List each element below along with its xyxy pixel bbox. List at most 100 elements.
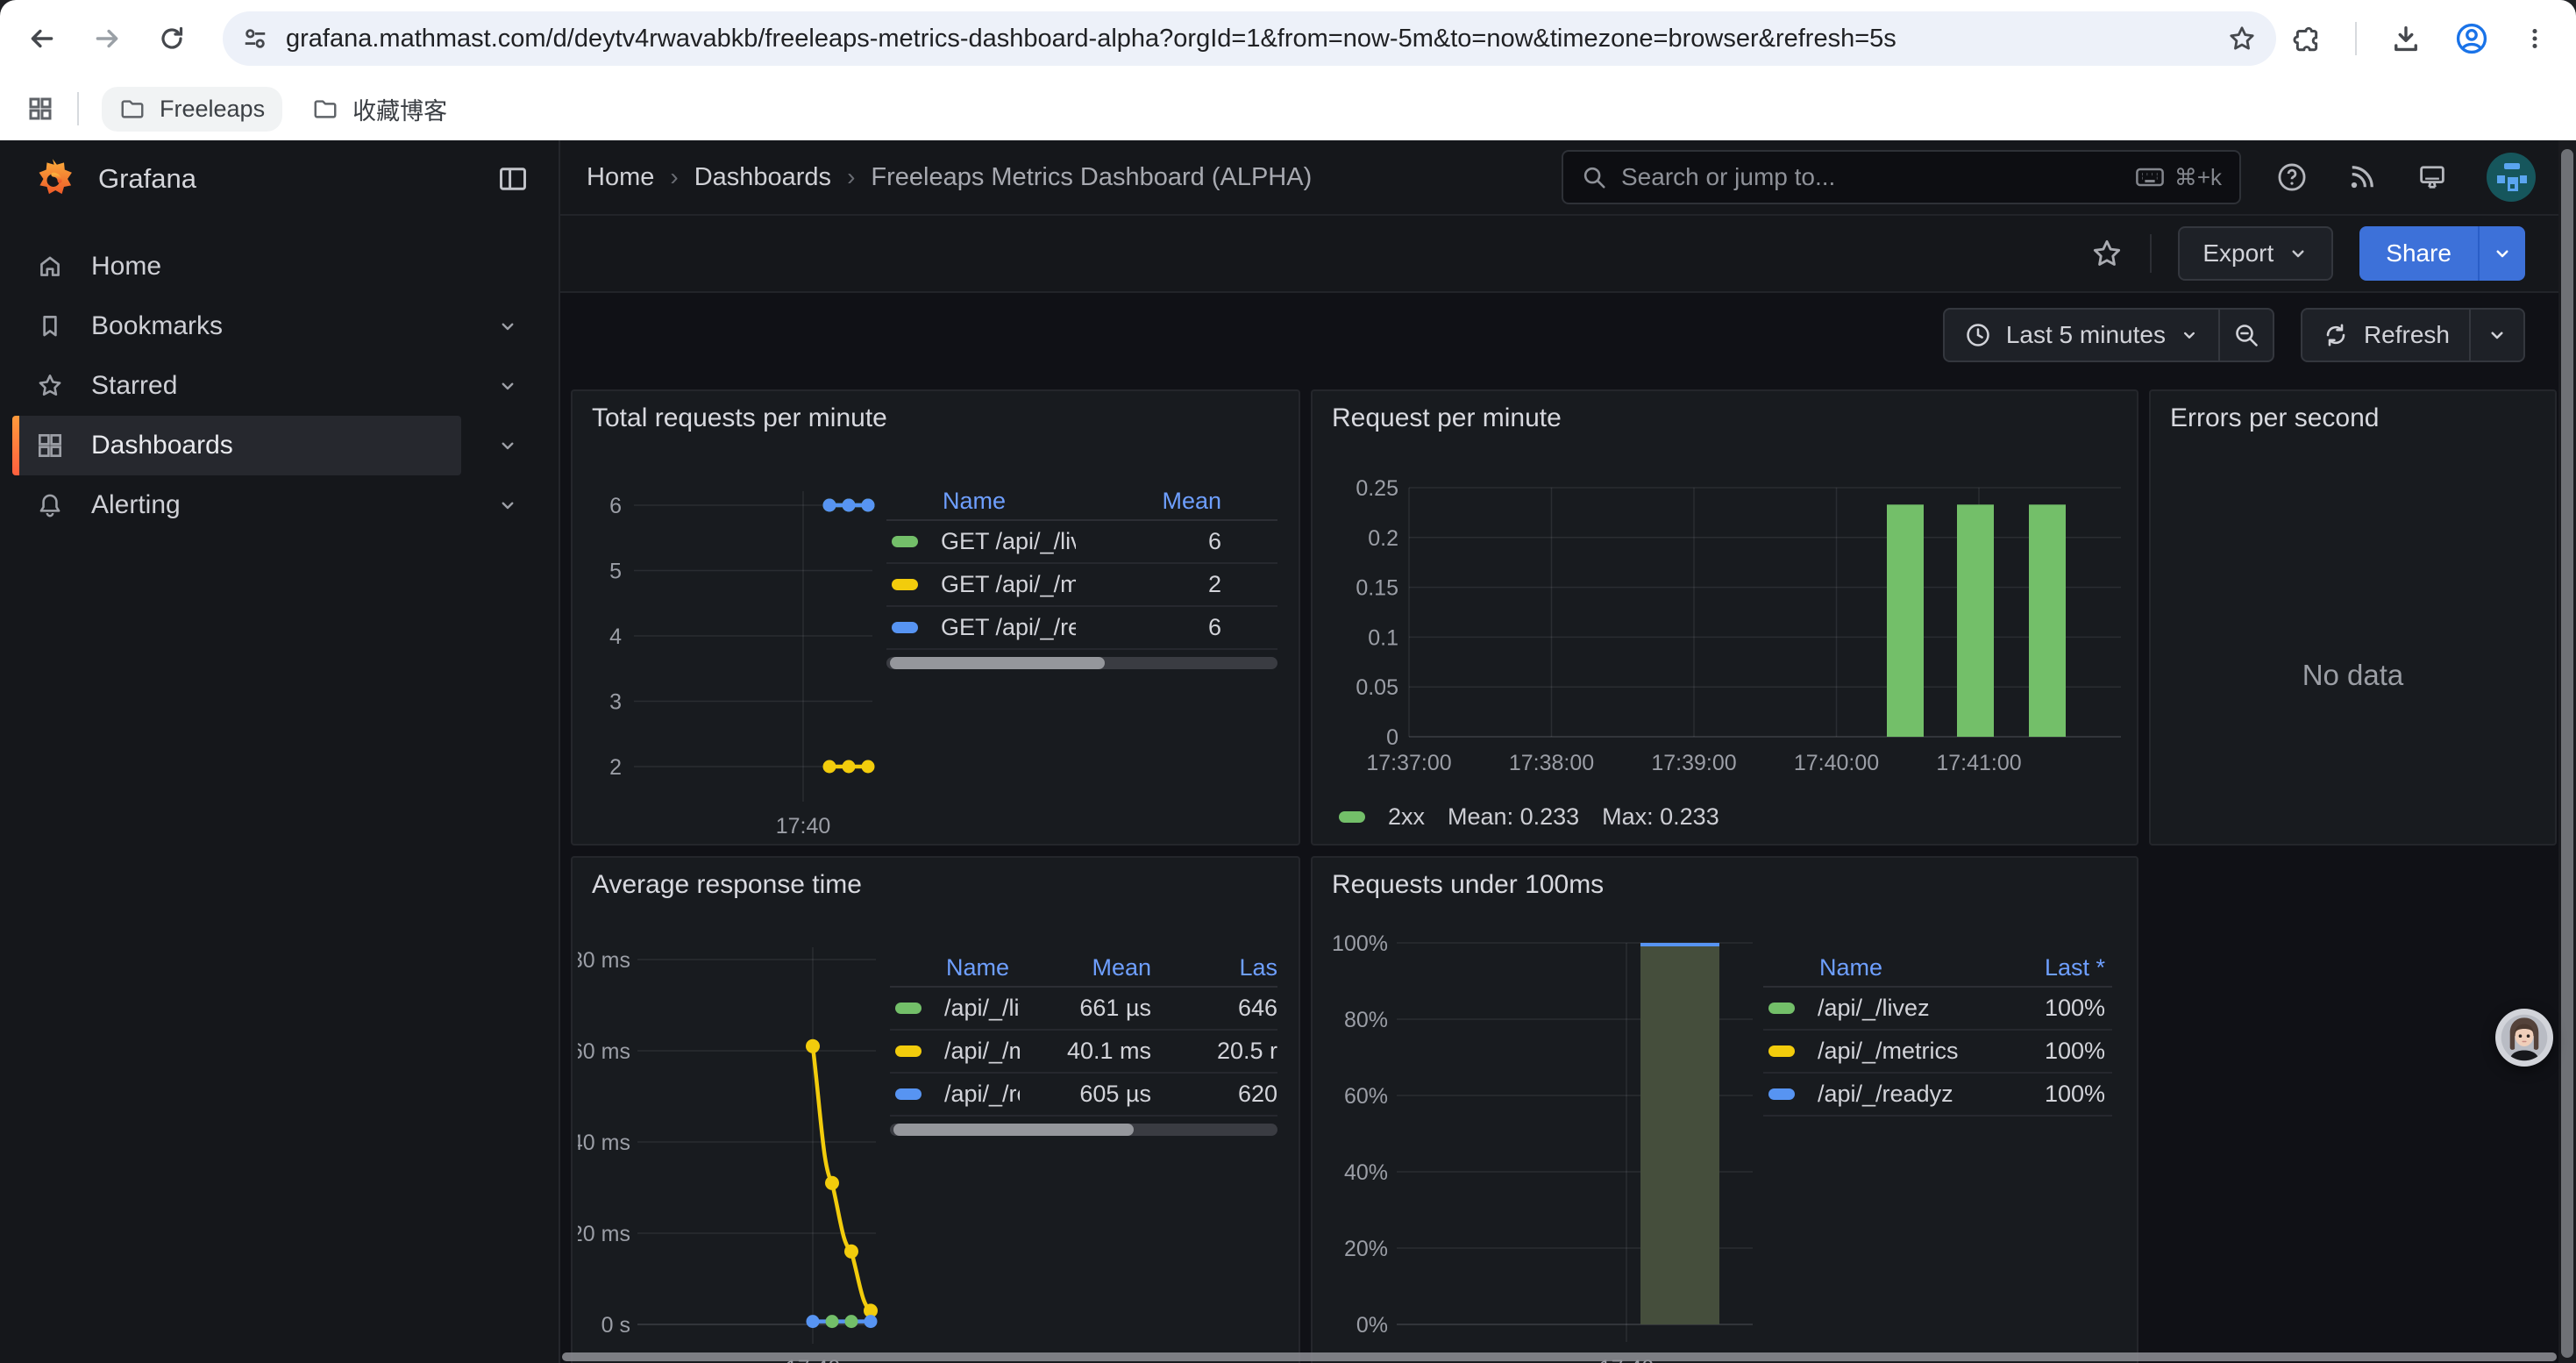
legend-row[interactable]: /api/_/livez100% (1763, 988, 2112, 1031)
floating-assistant-avatar[interactable] (2495, 1009, 2553, 1067)
legend-row[interactable]: /api/_/livez661 µs646 (890, 988, 1277, 1031)
favorite-star-icon[interactable] (2090, 237, 2124, 270)
legend-column-header[interactable]: Name (886, 488, 1076, 515)
page-vertical-scrollbar[interactable] (2558, 140, 2576, 1363)
svg-text:17:38:00: 17:38:00 (1509, 751, 1594, 775)
bookmark-star-icon[interactable] (2227, 24, 2257, 54)
legend-column-header[interactable]: Las (1186, 954, 1277, 981)
panel-title[interactable]: Request per minute (1313, 391, 2137, 446)
series-value: 6 (1076, 614, 1277, 641)
share-menu-button[interactable] (2478, 226, 2525, 281)
forward-icon[interactable] (89, 21, 125, 56)
average-response-time-chart: 80 ms60 ms40 ms20 ms0 s17:40 (578, 912, 883, 1363)
legend-row[interactable]: /api/_/readyz100% (1763, 1074, 2112, 1117)
breadcrumb-item[interactable]: Home (587, 163, 654, 192)
screen: grafana.mathmast.com/d/deytv4rwavabkb/fr… (0, 0, 2576, 1363)
series-value: 100% (1981, 995, 2112, 1022)
series-color-pill (1768, 1088, 1795, 1100)
site-info-icon[interactable] (242, 25, 268, 52)
legend-scrollbar-thumb[interactable] (893, 1124, 1134, 1136)
svg-text:17:41:00: 17:41:00 (1936, 751, 2021, 775)
download-icon[interactable] (2390, 23, 2422, 54)
total-requests-chart: 6543217:40 (578, 446, 879, 842)
share-button[interactable]: Share (2359, 226, 2478, 281)
bookmark-item[interactable]: Freeleaps (102, 87, 282, 132)
series-stat: Max: 0.233 (1602, 803, 1719, 831)
legend-scrollbar[interactable] (890, 1124, 1277, 1136)
news-rss-icon[interactable] (2346, 161, 2378, 193)
series-value: 661 µs (1020, 995, 1186, 1022)
panel-title[interactable]: Average response time (573, 858, 1299, 912)
export-button[interactable]: Export (2178, 226, 2333, 281)
breadcrumb-item[interactable]: Freeleaps Metrics Dashboard (ALPHA) (871, 163, 1312, 192)
legend-header: NameMeanLas (890, 949, 1277, 988)
brand-name[interactable]: Grafana (98, 163, 497, 195)
legend-row[interactable]: GET /api/_/readyz6 (886, 607, 1277, 650)
user-avatar[interactable] (2487, 153, 2536, 202)
svg-text:5: 5 (609, 560, 622, 584)
refresh-interval-button[interactable] (2471, 308, 2525, 362)
help-icon[interactable] (2276, 161, 2308, 193)
series-value: 605 µs (1020, 1081, 1186, 1108)
sidebar-item-starred[interactable]: Starred (0, 356, 559, 416)
legend-column-header[interactable]: Name (890, 954, 1020, 981)
page-horizontal-scrollbar[interactable] (562, 1352, 2557, 1361)
legend-row[interactable]: /api/_/metrics100% (1763, 1031, 2112, 1074)
grafana-logo-icon[interactable] (30, 156, 75, 202)
legend-row[interactable]: /api/_/metrics40.1 ms20.5 r (890, 1031, 1277, 1074)
collapse-sidebar-icon[interactable] (497, 163, 529, 195)
chevron-down-icon (497, 316, 518, 337)
legend-scrollbar[interactable] (886, 657, 1277, 669)
zoom-out-time-button[interactable] (2220, 308, 2274, 362)
breadcrumb-item[interactable]: Dashboards (694, 163, 831, 192)
monitor-icon[interactable] (2416, 161, 2448, 193)
profile-icon[interactable] (2455, 22, 2488, 55)
legend-column-header[interactable]: Mean (1076, 488, 1277, 515)
legend-column-header[interactable]: Mean (1020, 954, 1186, 981)
search-shortcut: ⌘+k (2134, 161, 2222, 193)
sidebar-item-dashboards[interactable]: Dashboards (0, 416, 559, 475)
bookmark-label: 收藏博客 (352, 92, 447, 126)
legend-inline[interactable]: 2xxMean: 0.233Max: 0.233 (1339, 803, 2137, 831)
sidebar-item-bookmarks[interactable]: Bookmarks (0, 296, 559, 356)
legend-table: NameMeanLas/api/_/livez661 µs646/api/_/m… (890, 949, 1277, 1363)
svg-text:17:39:00: 17:39:00 (1651, 751, 1736, 775)
svg-text:20%: 20% (1344, 1237, 1388, 1261)
legend-row[interactable]: GET /api/_/metrics2 (886, 564, 1277, 607)
url-bar[interactable]: grafana.mathmast.com/d/deytv4rwavabkb/fr… (223, 11, 2276, 66)
series-color-pill (895, 1003, 922, 1014)
back-icon[interactable] (25, 21, 60, 56)
legend-row[interactable]: /api/_/readyz605 µs620 (890, 1074, 1277, 1117)
legend-scrollbar-thumb[interactable] (890, 657, 1105, 669)
series-stat: Mean: 0.233 (1448, 803, 1579, 831)
sidebar-item-alerting[interactable]: Alerting (0, 475, 559, 535)
series-name: GET /api/_/livez (941, 528, 1076, 555)
svg-text:0%: 0% (1356, 1313, 1388, 1338)
url-text[interactable]: grafana.mathmast.com/d/deytv4rwavabkb/fr… (286, 25, 2227, 54)
svg-text:17:40: 17:40 (776, 814, 831, 838)
chevron-down-icon (2487, 325, 2508, 346)
refresh-button[interactable]: Refresh (2301, 308, 2471, 362)
panel-title[interactable]: Total requests per minute (573, 391, 1299, 446)
apps-grid-icon[interactable] (26, 95, 54, 123)
sidebar-item-home[interactable]: Home (0, 237, 559, 296)
series-value: 40.1 ms (1020, 1038, 1186, 1065)
search-input[interactable]: Search or jump to... ⌘+k (1562, 150, 2241, 204)
legend-column-header[interactable]: Name (1763, 954, 1981, 981)
request-per-minute-chart: 0.250.20.150.10.05017:37:0017:38:0017:39… (1325, 446, 2124, 796)
panel-title[interactable]: Requests under 100ms (1313, 858, 2137, 912)
extensions-icon[interactable] (2292, 24, 2322, 54)
series-value: 6 (1076, 528, 1277, 555)
requests-under-100ms-chart: 100%80%60%40%20%0%17:40 (1318, 912, 1756, 1363)
chevron-down-icon (2180, 325, 2199, 345)
bookmark-item[interactable]: 收藏博客 (295, 83, 465, 135)
clock-icon (1964, 321, 1992, 349)
time-range-picker[interactable]: Last 5 minutes (1943, 308, 2220, 362)
reload-icon[interactable] (154, 21, 189, 56)
time-range-label: Last 5 minutes (2006, 321, 2166, 349)
browser-menu-icon[interactable] (2522, 25, 2548, 52)
legend-column-header[interactable]: Last * (1981, 954, 2112, 981)
sidebar-item-label: Alerting (91, 490, 181, 520)
panel-title[interactable]: Errors per second (2151, 391, 2555, 446)
legend-row[interactable]: GET /api/_/livez6 (886, 521, 1277, 564)
